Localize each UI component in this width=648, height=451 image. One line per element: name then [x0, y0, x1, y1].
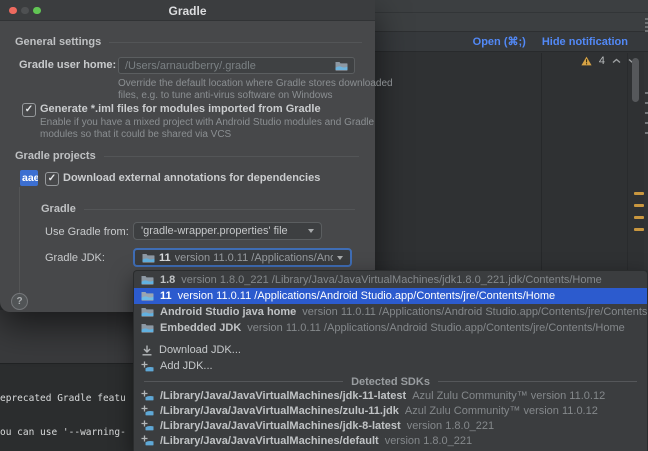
error-stripe-divider [627, 53, 628, 270]
download-jdk-item[interactable]: Download JDK... [134, 342, 647, 358]
jdk-folder-icon [141, 307, 154, 317]
warning-stripe-mark[interactable] [634, 228, 644, 231]
jdk-selected-name: 11 [159, 252, 171, 264]
stripe-tick [645, 92, 648, 94]
jdk-folder-icon [141, 275, 154, 285]
jdk-folder-icon [142, 253, 155, 263]
editor-scrollbar[interactable] [632, 58, 639, 102]
open-link[interactable]: Open (⌘;) [473, 35, 526, 48]
section-general-settings: General settings [15, 36, 362, 48]
detected-sdk-jdk-8-latest[interactable]: /Library/Java/JavaVirtualMachines/jdk-8-… [134, 418, 647, 433]
detected-sdks-separator: Detected SDKs [134, 375, 647, 388]
add-folder-icon [141, 405, 154, 416]
use-gradle-from-select[interactable]: 'gradle-wrapper.properties' file [133, 222, 322, 240]
gradle-jdk-label: Gradle JDK: [45, 252, 105, 264]
gradle-jdk-select[interactable]: 11 version 11.0.11 /Applications/Android [133, 248, 352, 267]
gradle-jdk-dropdown: 1.8version 1.8.0_221 /Library/Java/JavaV… [133, 270, 648, 451]
download-icon [141, 345, 153, 356]
warning-count: 4 [599, 55, 605, 67]
dropdown-arrow-icon [337, 256, 343, 260]
ide-root: Open (⌘;) Hide notification 4 epre [0, 0, 648, 451]
generate-iml-help: Enable if you have a mixed project with … [40, 117, 374, 141]
dialog-title: Gradle [0, 4, 375, 18]
jdk-option-11-selected[interactable]: 11version 11.0.11 /Applications/Android … [134, 288, 647, 304]
detected-sdk-jdk-11-latest[interactable]: /Library/Java/JavaVirtualMachines/jdk-11… [134, 388, 647, 403]
jdk-option-1.8[interactable]: 1.8version 1.8.0_221 /Library/Java/JavaV… [134, 272, 647, 288]
project-panel-border [19, 187, 20, 301]
jdk-option-android-studio-java-home[interactable]: Android Studio java homeversion 11.0.11 … [134, 304, 647, 320]
stripe-tick [645, 122, 648, 124]
console-line: ou can use '--warning- [0, 427, 126, 438]
jdk-selected-detail: version 11.0.11 /Applications/Android [175, 252, 333, 264]
dialog-titlebar: Gradle [0, 0, 375, 21]
stripe-tick [645, 102, 648, 104]
section-gradle-sub: Gradle [41, 203, 355, 215]
warning-icon [581, 56, 592, 66]
detected-sdk-zulu-11[interactable]: /Library/Java/JavaVirtualMachines/zulu-1… [134, 403, 647, 418]
detected-sdk-default[interactable]: /Library/Java/JavaVirtualMachines/defaul… [134, 433, 647, 448]
generate-iml-label: Generate *.iml files for modules importe… [40, 103, 321, 115]
panel-divider [541, 53, 542, 270]
add-folder-icon [141, 390, 154, 401]
add-folder-icon [141, 420, 154, 431]
stripe-tick [645, 132, 648, 134]
folder-browse-icon[interactable] [335, 61, 348, 71]
add-jdk-item[interactable]: Add JDK... [134, 358, 647, 374]
jdk-folder-icon [141, 291, 154, 301]
generate-iml-checkbox[interactable]: ✓ [22, 103, 36, 117]
add-folder-icon [141, 435, 154, 446]
editor-inspection-widget: 4 [581, 55, 637, 67]
use-gradle-from-value: 'gradle-wrapper.properties' file [141, 225, 288, 237]
warning-stripe-mark[interactable] [634, 204, 644, 207]
chevron-up-icon[interactable] [612, 58, 621, 64]
help-button[interactable]: ? [11, 293, 28, 310]
warning-stripe-mark[interactable] [634, 216, 644, 219]
download-annotations-checkbox[interactable]: ✓ [45, 172, 59, 186]
add-folder-icon [141, 361, 154, 372]
gradle-user-home-help: Override the default location where Grad… [118, 78, 393, 102]
gradle-user-home-value: /Users/arnaudberry/.gradle [125, 60, 256, 72]
use-gradle-from-label: Use Gradle from: [45, 226, 129, 238]
hide-notification-link[interactable]: Hide notification [542, 36, 628, 48]
warning-stripe-mark[interactable] [634, 192, 644, 195]
download-annotations-label: Download external annotations for depend… [63, 172, 320, 184]
console-line: eprecated Gradle featu [0, 393, 126, 404]
gradle-user-home-field[interactable]: /Users/arnaudberry/.gradle [118, 57, 355, 74]
project-tree-selected-item[interactable]: aae [20, 170, 38, 186]
gradle-user-home-label: Gradle user home: [19, 59, 116, 71]
jdk-option-embedded-jdk[interactable]: Embedded JDKversion 11.0.11 /Application… [134, 320, 647, 336]
stripe-tick [645, 112, 648, 114]
dropdown-arrow-icon [308, 229, 314, 233]
section-gradle-projects: Gradle projects [15, 150, 359, 162]
jdk-folder-icon [141, 323, 154, 333]
gradle-settings-dialog: Gradle General settings Gradle user home… [0, 0, 375, 312]
right-tool-stripe [644, 52, 648, 270]
